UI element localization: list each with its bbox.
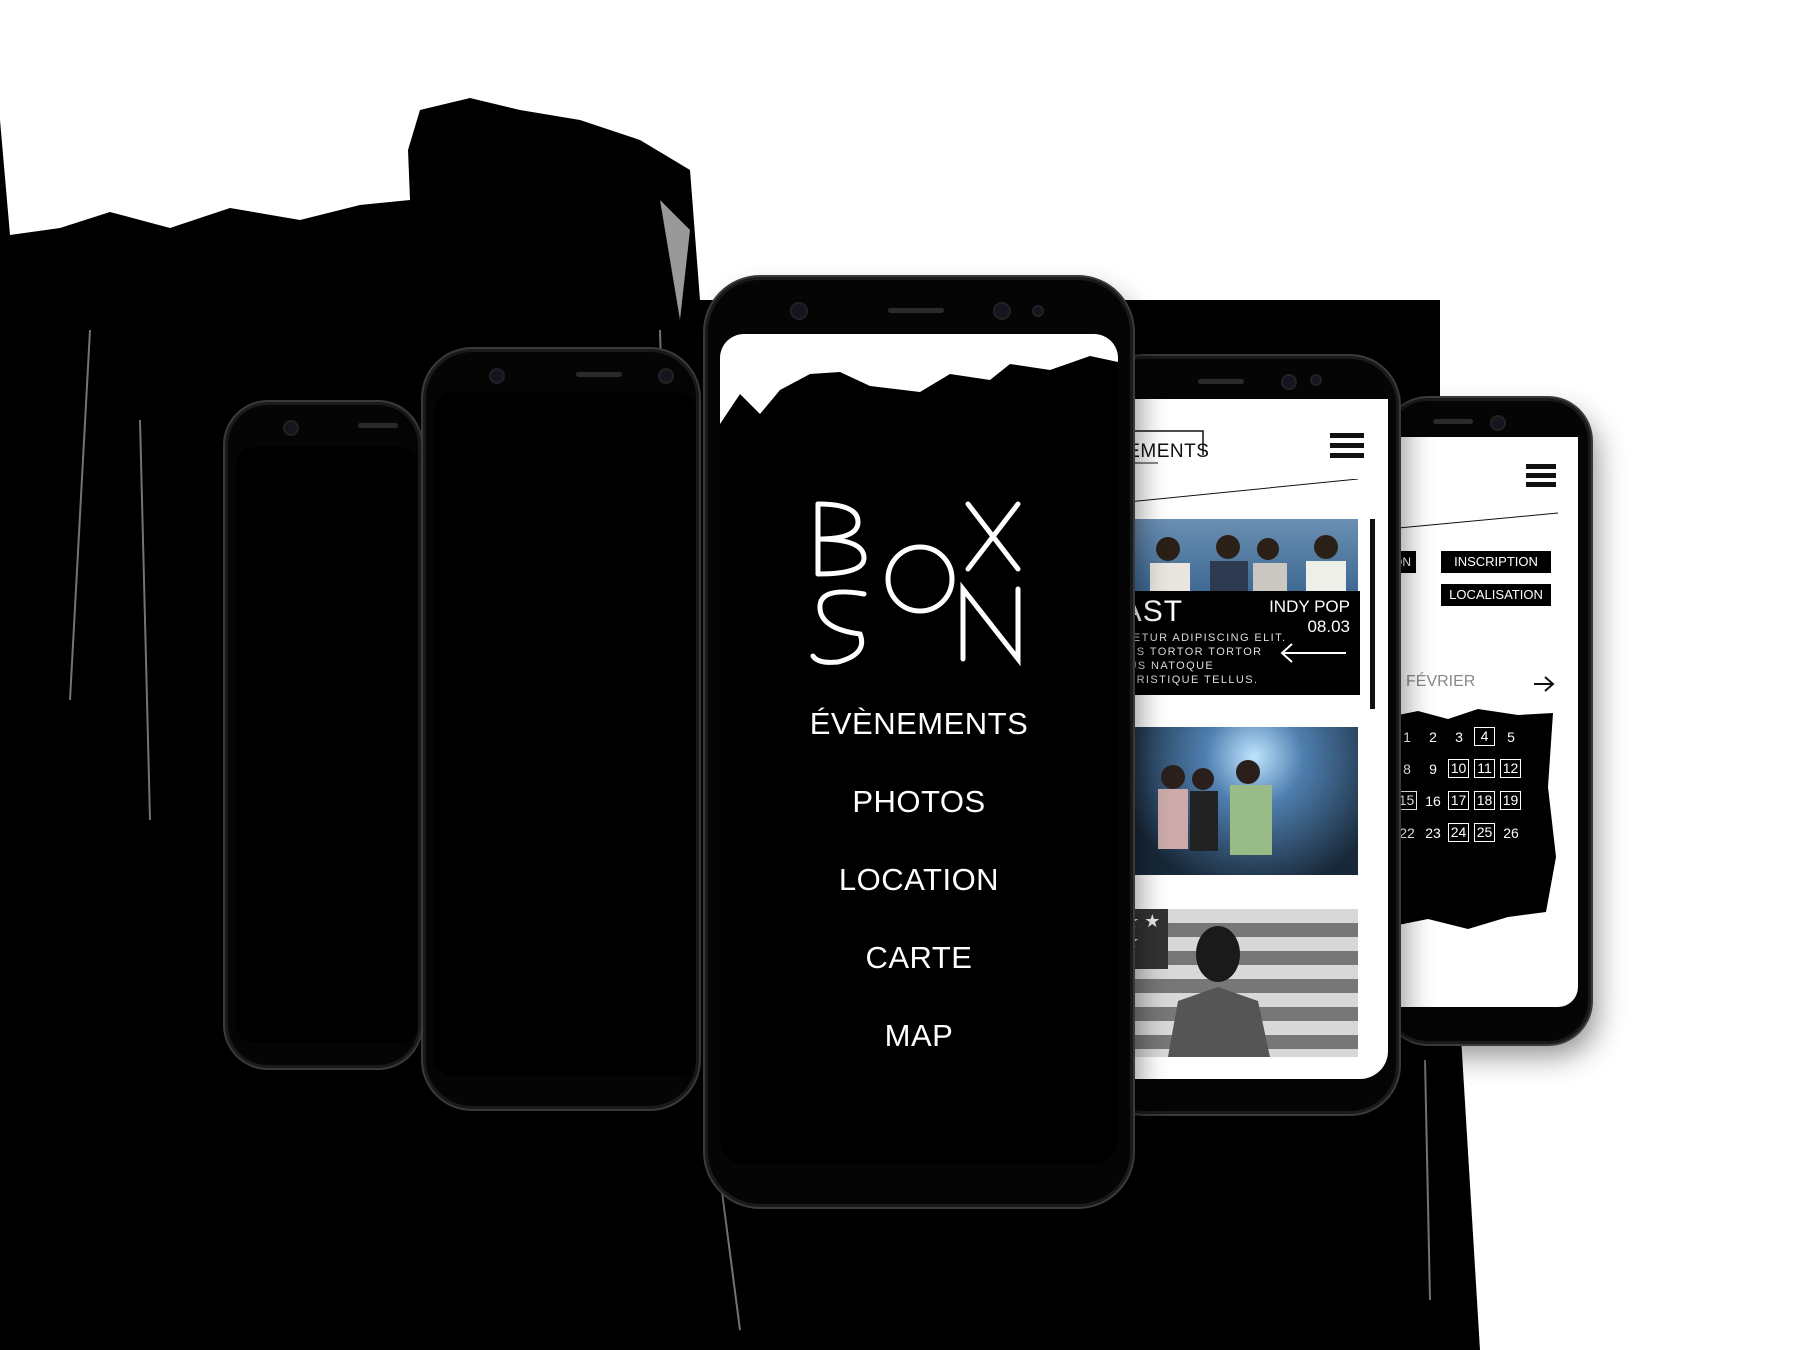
event-photo-band[interactable] <box>1098 519 1358 591</box>
speaker-grille <box>1198 379 1244 384</box>
calendar-screen: ON INSCRIPTION LOCALISATION FÉVRIER 1234… <box>1388 437 1578 1007</box>
front-camera-icon <box>283 420 299 436</box>
speaker-grille <box>576 372 622 377</box>
performers-silhouettes <box>1158 760 1272 855</box>
calendar-day[interactable]: 1 <box>1396 727 1418 747</box>
calendar-day[interactable]: 9 <box>1422 759 1444 779</box>
phone-events: NEMENTS LAST INDY POP 08.03 SECTETUR ADI… <box>1098 359 1396 1111</box>
front-camera-icon <box>489 368 505 384</box>
calendar-day[interactable]: 4 <box>1474 727 1495 746</box>
brush-top-edge <box>720 334 1118 424</box>
selfie-camera-icon <box>1281 374 1297 390</box>
calendar-day[interactable]: 23 <box>1422 823 1444 843</box>
tab-inscription[interactable]: INSCRIPTION <box>1441 551 1551 573</box>
calendar-day[interactable]: 24 <box>1448 823 1469 842</box>
band-silhouettes <box>1098 535 1346 591</box>
scrollbar[interactable] <box>1370 519 1375 709</box>
speaker-grille <box>888 308 944 313</box>
selfie-camera-icon <box>993 302 1011 320</box>
calendar-day[interactable]: 17 <box>1448 791 1469 810</box>
calendar-day[interactable]: 2 <box>1422 727 1444 747</box>
events-screen: NEMENTS LAST INDY POP 08.03 SECTETUR ADI… <box>1098 399 1388 1079</box>
menu-item-map[interactable]: MAP <box>720 1018 1118 1054</box>
arrow-right-icon[interactable] <box>1532 674 1556 694</box>
selfie-camera-icon <box>658 368 674 384</box>
artist-silhouette <box>1168 926 1270 1057</box>
sensor-icon <box>1032 305 1044 317</box>
home-screen: ÉVÈNEMENTS PHOTOS LOCATION CARTE MAP <box>720 334 1118 1164</box>
calendar-day[interactable]: 12 <box>1500 759 1521 778</box>
front-camera-icon <box>790 302 808 320</box>
selfie-camera-icon <box>1490 415 1506 431</box>
calendar-day[interactable]: 22 <box>1396 823 1418 843</box>
phone-calendar: ON INSCRIPTION LOCALISATION FÉVRIER 1234… <box>1388 401 1588 1041</box>
calendar-day[interactable]: 10 <box>1448 759 1469 778</box>
menu-item-photos[interactable]: PHOTOS <box>720 784 1118 820</box>
event-date: 08.03 <box>1307 617 1350 636</box>
phone-left <box>426 352 696 1106</box>
menu-item-carte[interactable]: CARTE <box>720 940 1118 976</box>
screen-blank <box>434 392 696 1076</box>
calendar-day[interactable]: 18 <box>1474 791 1495 810</box>
event-photo-artist[interactable]: ★ ★ ★★ ★ <box>1098 909 1358 1057</box>
menu-item-evenements[interactable]: ÉVÈNEMENTS <box>720 706 1118 742</box>
menu-hamburger-button[interactable] <box>1330 433 1364 463</box>
menu-hamburger-button[interactable] <box>1526 464 1556 494</box>
menu-item-location[interactable]: LOCATION <box>720 862 1118 898</box>
calendar-grid: 1 2 3 4 5 8 9 10 11 12 15 16 17 18 19 22 23 24 25 26 <box>1396 727 1556 857</box>
divider-line <box>1388 506 1559 530</box>
calendar-day[interactable]: 25 <box>1474 823 1495 842</box>
event-photo-stage[interactable] <box>1098 727 1358 875</box>
sensor-icon <box>1310 374 1322 386</box>
tab-localisation[interactable]: LOCALISATION <box>1441 584 1551 606</box>
calendar-day[interactable]: 19 <box>1500 791 1521 810</box>
event-genre: INDY POP <box>1269 597 1350 616</box>
calendar-day[interactable]: 26 <box>1500 823 1522 843</box>
screen-blank <box>236 447 418 1043</box>
calendar-day[interactable]: 16 <box>1422 791 1444 811</box>
phone-center: ÉVÈNEMENTS PHOTOS LOCATION CARTE MAP <box>708 280 1130 1204</box>
calendar-day[interactable]: 3 <box>1448 727 1470 747</box>
calendar-day[interactable]: 5 <box>1500 727 1522 747</box>
event-info-panel[interactable]: LAST INDY POP 08.03 SECTETUR ADIPISCING … <box>1098 591 1360 695</box>
calendar-day[interactable]: 11 <box>1474 759 1495 778</box>
calendar-day[interactable]: 15 <box>1396 791 1417 810</box>
divider-line <box>1098 479 1359 506</box>
phone-far-left <box>228 405 418 1065</box>
month-label: FÉVRIER <box>1406 673 1476 690</box>
speaker-grille <box>358 423 398 428</box>
calendar-day[interactable]: 8 <box>1396 759 1418 779</box>
speaker-grille <box>1433 419 1473 424</box>
arrow-left-icon[interactable] <box>1278 641 1348 665</box>
boxson-logo <box>810 501 1021 667</box>
